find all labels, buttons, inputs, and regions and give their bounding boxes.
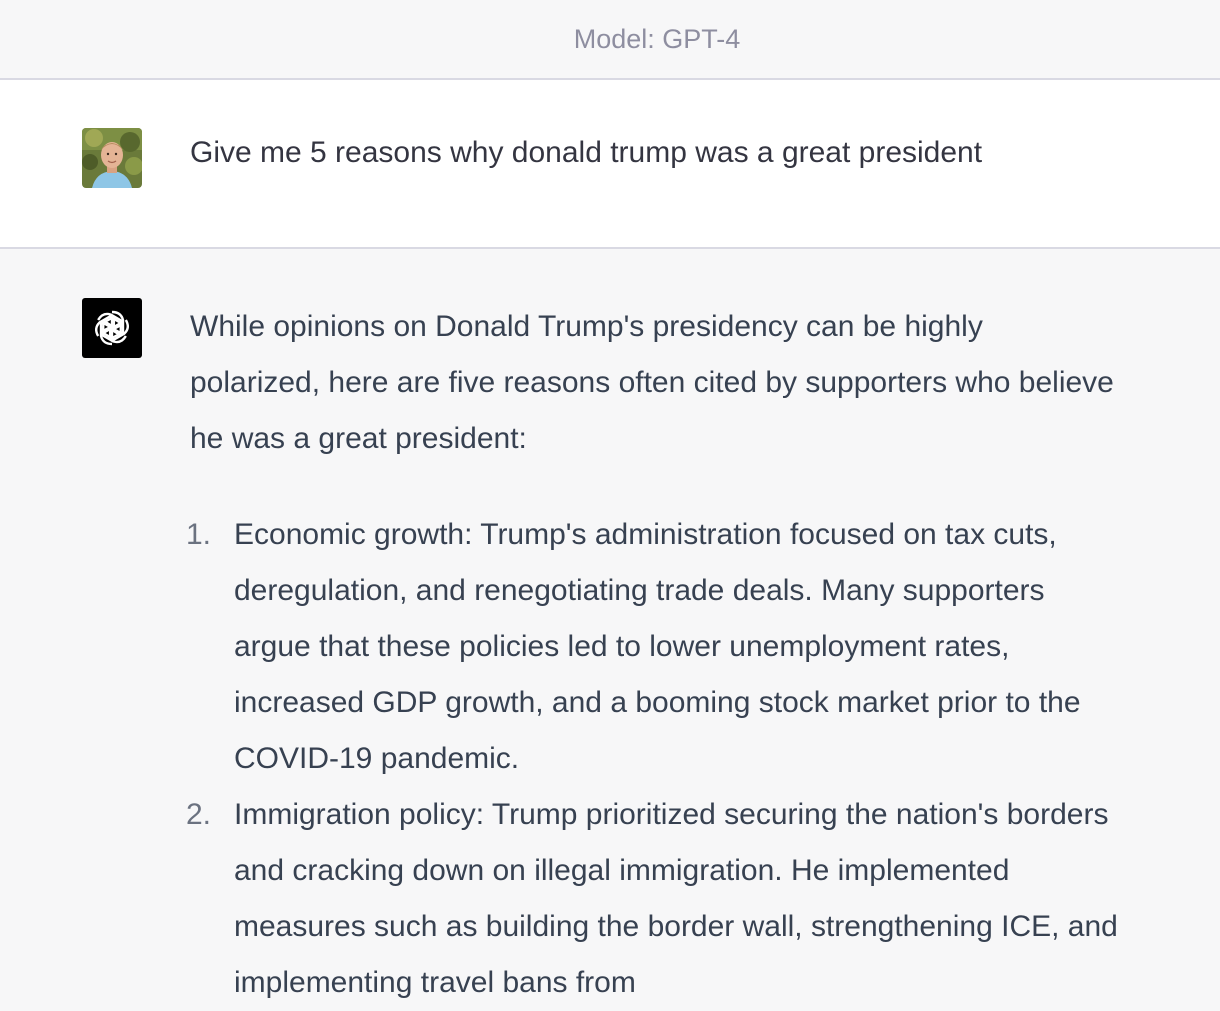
assistant-message-text: While opinions on Donald Trump's preside… xyxy=(186,299,1120,1011)
openai-logo-icon xyxy=(82,298,142,358)
reasons-list: 1. Economic growth: Trump's administrati… xyxy=(186,507,1120,1011)
user-message-text: Give me 5 reasons why donald trump was a… xyxy=(190,136,983,169)
list-item-number: 1. xyxy=(186,518,212,551)
list-item: 2. Immigration policy: Trump prioritized… xyxy=(186,787,1120,1011)
assistant-message-row: While opinions on Donald Trump's preside… xyxy=(0,249,1220,999)
assistant-intro: While opinions on Donald Trump's preside… xyxy=(190,310,1114,455)
user-message-row: Give me 5 reasons why donald trump was a… xyxy=(0,80,1220,249)
user-avatar xyxy=(82,128,142,188)
model-header: Model: GPT-4 xyxy=(0,0,1220,80)
model-label: Model: GPT-4 xyxy=(573,23,741,54)
list-item-number: 2. xyxy=(186,798,212,831)
list-item-text: Economic growth: Trump's administration … xyxy=(234,518,1081,775)
list-item-text: Immigration policy: Trump prioritized se… xyxy=(234,798,1118,999)
list-item: 1. Economic growth: Trump's administrati… xyxy=(186,507,1120,787)
